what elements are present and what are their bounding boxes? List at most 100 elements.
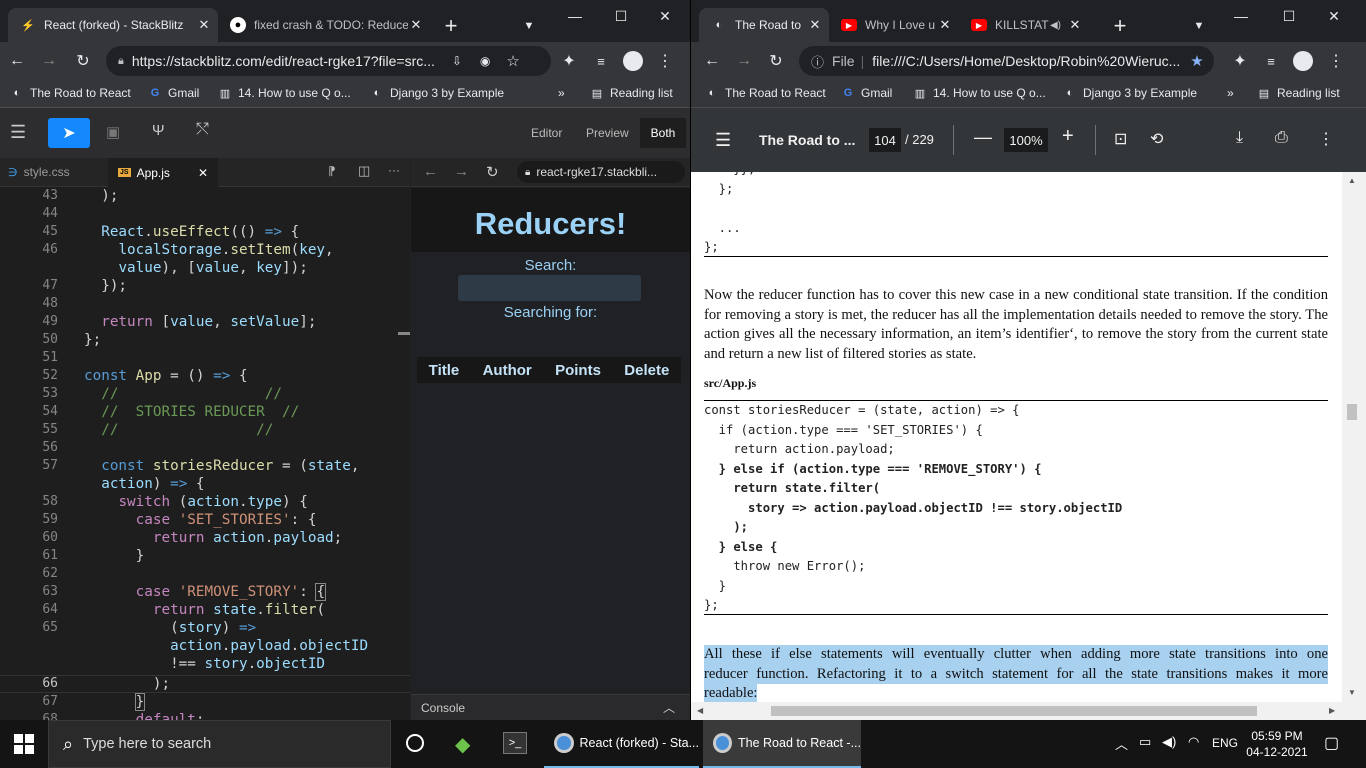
preview-back-icon[interactable]: ← bbox=[423, 163, 438, 180]
terminal-icon[interactable]: >_ bbox=[503, 732, 527, 754]
back-icon[interactable]: ← bbox=[4, 48, 30, 74]
download-icon[interactable]: ⤓ bbox=[1236, 129, 1243, 147]
extensions-icon[interactable]: ✦ bbox=[1227, 48, 1253, 74]
print-icon[interactable]: ⎙ bbox=[1275, 129, 1288, 147]
clock[interactable]: 05:59 PM 04-12-2021 bbox=[1246, 728, 1308, 760]
more-icon[interactable]: ··· bbox=[388, 163, 400, 177]
view-editor-button[interactable]: Editor bbox=[531, 126, 562, 140]
notifications-icon[interactable]: ▢ bbox=[1324, 733, 1339, 753]
split-editor-icon[interactable]: ◫ bbox=[358, 163, 370, 179]
scroll-up-icon[interactable]: ▲ bbox=[1348, 176, 1356, 185]
bookmark-how-to-use-q[interactable]: ▥ 14. How to use Q o... bbox=[218, 86, 351, 100]
bookmark-how-to-use-q[interactable]: ▥ 14. How to use Q o... bbox=[913, 86, 1046, 100]
file-tab-app-js[interactable]: JS App.js ✕ bbox=[108, 158, 218, 187]
bookmark-django[interactable]: ◐ Django 3 by Example bbox=[370, 86, 504, 100]
vertical-scrollbar[interactable]: ▲ ▼ bbox=[1342, 172, 1366, 702]
minimap-slider[interactable] bbox=[398, 332, 410, 335]
zoom-out-icon[interactable]: — bbox=[974, 127, 992, 148]
tab-stackblitz[interactable]: ⚡ React (forked) - StackBlitz ✕ bbox=[8, 8, 218, 42]
minimize-icon[interactable]: — bbox=[552, 0, 598, 32]
media-icon[interactable]: ≡ bbox=[1258, 48, 1284, 74]
reload-icon[interactable]: ↻ bbox=[70, 48, 96, 74]
reading-list-button[interactable]: ▤ Reading list bbox=[1257, 86, 1340, 100]
tab-search-icon[interactable]: ▼ bbox=[1186, 13, 1212, 39]
format-icon[interactable]: ⁋ bbox=[328, 164, 336, 178]
bookmark-road-to-react[interactable]: ◐ The Road to React bbox=[10, 86, 131, 100]
bookmark-star-icon[interactable]: ☆ bbox=[506, 52, 519, 70]
chevron-up-icon[interactable]: ︿ bbox=[663, 699, 675, 716]
media-icon[interactable]: ≡ bbox=[588, 48, 614, 74]
wifi-icon[interactable]: ◠ bbox=[1188, 734, 1199, 750]
bookmark-gmail[interactable]: G Gmail bbox=[841, 86, 893, 100]
close-tab-icon[interactable]: ✕ bbox=[807, 17, 823, 33]
hscrollbar-thumb[interactable] bbox=[771, 706, 1257, 716]
scroll-left-icon[interactable]: ◀ bbox=[697, 706, 703, 715]
extensions-icon[interactable]: ✦ bbox=[556, 48, 582, 74]
preview-url-bar[interactable]: 🔒︎ react-rgke17.stackbli... bbox=[517, 161, 685, 183]
zoom-in-icon[interactable]: + bbox=[1062, 125, 1074, 148]
install-icon[interactable]: ⇩ bbox=[452, 54, 462, 68]
share-icon[interactable]: ⤲ bbox=[196, 121, 209, 139]
new-tab-plus-icon[interactable]: + bbox=[438, 13, 464, 39]
close-tab-icon[interactable]: ✕ bbox=[937, 17, 953, 33]
new-tab-plus-icon[interactable]: + bbox=[1107, 13, 1133, 39]
bookmark-star-filled-icon[interactable]: ★ bbox=[1190, 52, 1203, 70]
profile-avatar-icon[interactable] bbox=[620, 48, 646, 74]
console-panel[interactable]: Console ︿ bbox=[411, 694, 690, 720]
preview-reload-icon[interactable]: ↻ bbox=[486, 163, 499, 181]
fork-run-button[interactable]: ➤ bbox=[48, 118, 90, 148]
battery-icon[interactable]: ▭ bbox=[1139, 734, 1151, 750]
windows-start-icon[interactable] bbox=[14, 734, 34, 754]
close-tab-icon[interactable]: ✕ bbox=[196, 17, 212, 33]
pdf-menu-icon[interactable]: ☰ bbox=[715, 130, 731, 151]
scroll-right-icon[interactable]: ▶ bbox=[1329, 706, 1335, 715]
pdf-page[interactable]: }}; }; ... }; Now the reducer function h… bbox=[691, 172, 1366, 702]
fit-page-icon[interactable]: ⊡ bbox=[1114, 129, 1127, 149]
file-tab-style-css[interactable]: ∋ style.css bbox=[8, 165, 70, 179]
taskbar-app-road-to-react[interactable]: The Road to React -... bbox=[703, 720, 861, 768]
fork-icon[interactable]: Ψ bbox=[152, 122, 165, 139]
zoom-input[interactable]: 100% bbox=[1004, 128, 1048, 152]
bookmark-django[interactable]: ◐ Django 3 by Example bbox=[1063, 86, 1197, 100]
address-bar[interactable]: 🔒︎ https://stackblitz.com/edit/react-rgk… bbox=[106, 46, 551, 76]
cortana-icon[interactable] bbox=[406, 734, 424, 752]
maximize-icon[interactable]: ☐ bbox=[1266, 0, 1312, 32]
close-tab-icon[interactable]: ✕ bbox=[1067, 17, 1083, 33]
scrollbar-thumb[interactable] bbox=[1347, 404, 1357, 420]
browser-menu-icon[interactable]: ⋮ bbox=[1323, 48, 1349, 74]
audio-playing-icon[interactable]: ◀) bbox=[1050, 20, 1061, 31]
bookmark-gmail[interactable]: G Gmail bbox=[148, 86, 200, 100]
close-tab-icon[interactable]: ✕ bbox=[408, 17, 424, 33]
address-bar[interactable]: ⓘ File | file:///C:/Users/Home/Desktop/R… bbox=[799, 46, 1214, 76]
hamburger-menu-icon[interactable]: ☰ bbox=[10, 122, 26, 143]
page-number-input[interactable]: 104 bbox=[869, 128, 901, 152]
save-icon[interactable]: ▣ bbox=[106, 123, 120, 141]
taskbar-app-stackblitz[interactable]: React (forked) - Sta... bbox=[544, 720, 699, 768]
volume-icon[interactable]: ◀) bbox=[1162, 734, 1176, 750]
forward-icon[interactable]: → bbox=[731, 48, 757, 74]
close-file-icon[interactable]: ✕ bbox=[198, 166, 208, 180]
minimize-icon[interactable]: — bbox=[1218, 0, 1264, 32]
rotate-icon[interactable]: ⟲ bbox=[1150, 129, 1163, 149]
browser-menu-icon[interactable]: ⋮ bbox=[652, 48, 678, 74]
horizontal-scrollbar[interactable]: ◀ ▶ bbox=[691, 702, 1366, 720]
tab-github[interactable]: ● fixed crash & TODO: Reduce ✕ bbox=[218, 8, 430, 42]
language-indicator[interactable]: ENG bbox=[1212, 736, 1238, 750]
more-bookmarks-icon[interactable]: » bbox=[558, 86, 565, 100]
app-launcher-icon[interactable]: ◆ bbox=[455, 732, 470, 757]
bookmark-road-to-react[interactable]: ◐ The Road to React bbox=[705, 86, 826, 100]
more-bookmarks-icon[interactable]: » bbox=[1227, 86, 1234, 100]
reload-icon[interactable]: ↻ bbox=[763, 48, 789, 74]
forward-icon[interactable]: → bbox=[36, 48, 62, 74]
tab-road-to-react[interactable]: ◐ The Road to ✕ bbox=[699, 8, 829, 42]
info-icon[interactable]: ⓘ bbox=[811, 52, 824, 71]
scroll-down-icon[interactable]: ▼ bbox=[1348, 688, 1356, 697]
tab-killstat[interactable]: ▶ KILLSTAT ◀) ✕ bbox=[959, 8, 1089, 42]
maximize-icon[interactable]: ☐ bbox=[598, 0, 644, 32]
eye-icon[interactable]: ◉ bbox=[480, 54, 490, 68]
tab-search-icon[interactable]: ▼ bbox=[516, 13, 542, 39]
view-both-button[interactable]: Both bbox=[640, 118, 686, 148]
search-input[interactable] bbox=[458, 275, 641, 301]
profile-avatar-icon[interactable] bbox=[1290, 48, 1316, 74]
back-icon[interactable]: ← bbox=[699, 48, 725, 74]
